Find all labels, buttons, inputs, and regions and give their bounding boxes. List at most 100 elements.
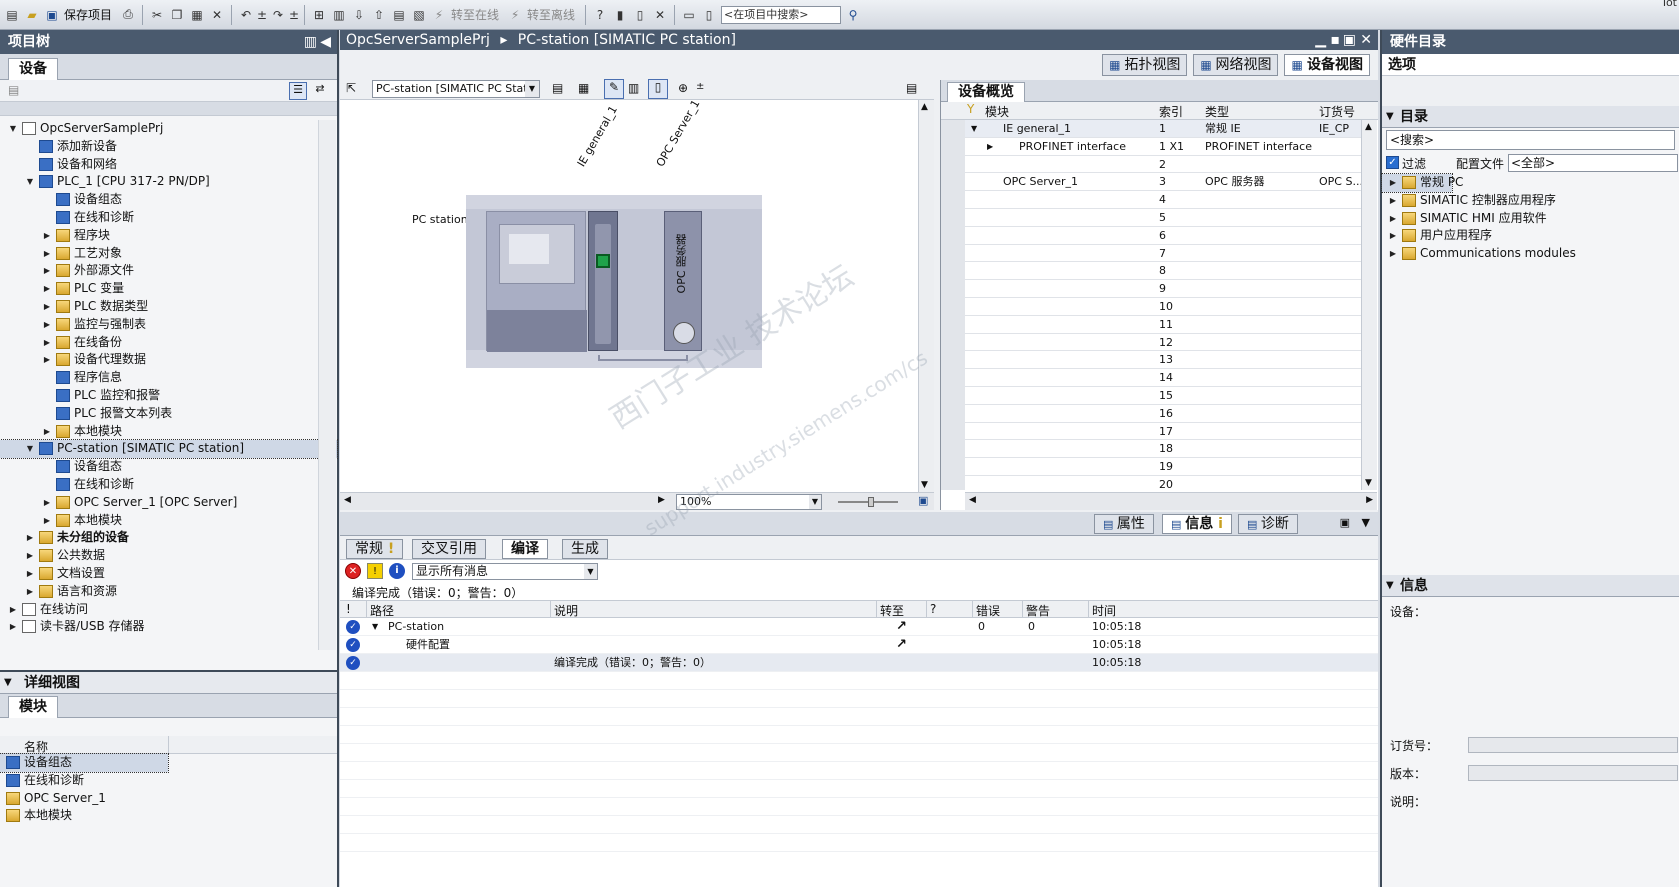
tree-item[interactable]: ▶ 工艺对象 bbox=[0, 245, 337, 263]
breadcrumb-station[interactable]: PC-station [SIMATIC PC station] bbox=[518, 32, 736, 48]
tree-item[interactable]: ▶ 本地模块 bbox=[0, 423, 337, 441]
message-col-header[interactable]: 警告 bbox=[1026, 602, 1050, 619]
float-icon[interactable]: ▪ bbox=[1331, 30, 1341, 50]
zoom-select[interactable]: 100% ▼ bbox=[676, 494, 822, 510]
collapsed-arrow-icon[interactable]: ▶ bbox=[42, 280, 52, 298]
tree-item[interactable]: ▶ PLC 数据类型 bbox=[0, 298, 337, 316]
message-col-header[interactable]: 时间 bbox=[1092, 602, 1116, 619]
restore-icon[interactable]: ▣ bbox=[1340, 516, 1350, 529]
col-index[interactable]: 索引 bbox=[1159, 103, 1183, 120]
go-offline-icon[interactable]: ⚡ bbox=[507, 7, 523, 23]
collapsed-arrow-icon[interactable]: ▶ bbox=[42, 334, 52, 352]
tree-item[interactable]: 程序信息 bbox=[0, 369, 337, 387]
collapsed-arrow-icon[interactable]: ▶ bbox=[8, 618, 18, 636]
tree-item[interactable]: ▼ OpcServerSamplePrj bbox=[0, 120, 337, 138]
info-tab[interactable]: ▤ 信息 i bbox=[1162, 514, 1232, 534]
collapsed-arrow-icon[interactable]: ▶ bbox=[1388, 227, 1398, 245]
collapsed-arrow-icon[interactable]: ▶ bbox=[25, 529, 35, 547]
tab-cross-ref[interactable]: 交叉引用 bbox=[412, 539, 486, 559]
tree-item[interactable]: 在线和诊断 bbox=[0, 209, 337, 227]
pc-module[interactable] bbox=[486, 211, 587, 352]
tab-devices[interactable]: 设备 bbox=[8, 58, 58, 80]
overview-row[interactable]: 15 bbox=[941, 387, 1361, 405]
simulation-icon[interactable]: ▤ bbox=[391, 7, 407, 23]
tab-device-overview[interactable]: 设备概览 bbox=[947, 82, 1025, 102]
close-icon[interactable]: ✕ bbox=[1360, 30, 1372, 50]
save-project-button[interactable]: 保存项目 bbox=[64, 6, 112, 23]
collapsed-arrow-icon[interactable]: ▶ bbox=[42, 227, 52, 245]
topology-view-tab[interactable]: ▦ 拓扑视图 bbox=[1102, 54, 1188, 76]
open-project-icon[interactable]: ▰ bbox=[24, 7, 40, 23]
message-col-header[interactable]: 错误 bbox=[976, 602, 1000, 619]
overview-row[interactable]: 19 bbox=[941, 458, 1361, 476]
overview-nav-icon[interactable]: ▣ bbox=[918, 494, 928, 507]
project-search-input[interactable]: <在项目中搜索> bbox=[721, 5, 842, 24]
tree-item[interactable]: ▶ 公共数据 bbox=[0, 547, 337, 565]
tab-modules[interactable]: 模块 bbox=[8, 696, 58, 718]
ethernet-port-icon[interactable] bbox=[596, 254, 610, 268]
cut-icon[interactable]: ✂ bbox=[149, 7, 165, 23]
overview-row[interactable]: 20 bbox=[941, 476, 1361, 490]
collapsed-arrow-icon[interactable]: ▶ bbox=[1388, 245, 1398, 263]
overview-row[interactable]: 12 bbox=[941, 334, 1361, 352]
view-sync-icon[interactable]: ⇄ bbox=[311, 82, 329, 100]
collapse-panel-icon[interactable]: ◀ bbox=[320, 30, 331, 54]
error-filter-icon[interactable]: ✕ bbox=[345, 563, 361, 579]
zoom-slider-handle[interactable] bbox=[868, 497, 874, 507]
overview-row[interactable]: 5 bbox=[941, 209, 1361, 227]
device-canvas[interactable]: PC station IE general_1 OPC Server_1 OPC… bbox=[340, 98, 934, 492]
cpu-start-icon[interactable]: ▮ bbox=[612, 7, 628, 23]
overview-row[interactable]: 16 bbox=[941, 405, 1361, 423]
collapsed-arrow-icon[interactable]: ▶ bbox=[1388, 210, 1398, 228]
message-row[interactable]: ✓ 硬件配置 ↗ 10:05:18 bbox=[340, 636, 1378, 654]
grid-icon[interactable]: ▥ bbox=[628, 81, 639, 95]
detail-item[interactable]: 在线和诊断 bbox=[0, 772, 337, 790]
tree-item[interactable]: PLC 报警文本列表 bbox=[0, 405, 337, 423]
message-filter-select[interactable]: 显示所有消息 ▼ bbox=[412, 563, 598, 580]
tree-item[interactable]: ▶ 语言和资源 bbox=[0, 583, 337, 601]
collapsed-arrow-icon[interactable]: ▶ bbox=[8, 601, 18, 619]
tree-item[interactable]: ▶ 本地模块 bbox=[0, 512, 337, 530]
split-vertical-icon[interactable]: ▯ bbox=[701, 7, 717, 23]
col-type[interactable]: 类型 bbox=[1205, 103, 1229, 120]
expanded-arrow-icon[interactable]: ▼ bbox=[372, 618, 378, 636]
go-offline-button[interactable]: 转至离线 bbox=[527, 6, 575, 23]
scroll-left-icon[interactable]: ◀ bbox=[344, 495, 351, 505]
collapsed-arrow-icon[interactable]: ▶ bbox=[25, 547, 35, 565]
filter-checkbox[interactable]: ✓ bbox=[1386, 156, 1399, 169]
tree-item[interactable]: ▶ OPC Server_1 [OPC Server] bbox=[0, 494, 337, 512]
network-view-tab[interactable]: ▦ 网络视图 bbox=[1193, 54, 1279, 76]
overview-row[interactable]: 8 bbox=[941, 262, 1361, 281]
pin-icon[interactable]: ▥ bbox=[304, 30, 317, 54]
zoom-dropdown-icon[interactable]: ± bbox=[696, 81, 704, 92]
collapse-inspector-icon[interactable]: ▼ bbox=[1362, 516, 1370, 529]
new-icon[interactable]: ▤ bbox=[8, 83, 19, 97]
col-name-header[interactable]: 名称 bbox=[24, 738, 48, 755]
collapsed-arrow-icon[interactable]: ▶ bbox=[987, 138, 993, 156]
upload-icon[interactable]: ⇧ bbox=[371, 7, 387, 23]
message-col-header[interactable]: ! bbox=[346, 602, 351, 616]
collapsed-arrow-icon[interactable]: ▶ bbox=[42, 262, 52, 280]
warning-filter-icon[interactable]: ! bbox=[367, 563, 383, 579]
redo-icon[interactable]: ↷ bbox=[270, 7, 286, 23]
collapsed-arrow-icon[interactable]: ▶ bbox=[42, 245, 52, 263]
new-project-icon[interactable]: ▤ bbox=[4, 7, 20, 23]
message-col-header[interactable]: 说明 bbox=[554, 602, 578, 619]
tree-item[interactable]: ▶ 设备代理数据 bbox=[0, 351, 337, 369]
redo-dropdown-icon[interactable]: ± bbox=[289, 7, 299, 23]
tab-compile[interactable]: 编译 bbox=[502, 539, 548, 559]
overview-row[interactable]: 9 bbox=[941, 280, 1361, 298]
detail-item[interactable]: 设备组态 bbox=[0, 753, 169, 773]
tree-item[interactable]: ▶ 未分组的设备 bbox=[0, 529, 337, 547]
overview-row[interactable]: OPC Server_1 3 OPC 服务器 OPC S... bbox=[941, 173, 1361, 192]
message-row[interactable]: ✓ 编译完成（错误：0；警告：0） 10:05:18 bbox=[340, 653, 1378, 672]
overview-row[interactable]: 6 bbox=[941, 227, 1361, 245]
overview-row[interactable]: ▶ PROFINET interface 1 X1 PROFINET interfac… bbox=[941, 138, 1361, 156]
overview-hscroll[interactable]: ◀ ▶ bbox=[965, 492, 1377, 510]
tree-item[interactable]: 设备组态 bbox=[0, 458, 337, 476]
overview-row[interactable]: 7 bbox=[941, 245, 1361, 263]
accessible-devices-icon[interactable]: ⊞ bbox=[311, 7, 327, 23]
catalog-item[interactable]: ▶ SIMATIC 控制器应用程序 bbox=[1382, 192, 1679, 210]
goto-arrow-icon[interactable]: ↗ bbox=[896, 618, 907, 636]
rack[interactable]: OPC 服务器 bbox=[466, 195, 762, 368]
